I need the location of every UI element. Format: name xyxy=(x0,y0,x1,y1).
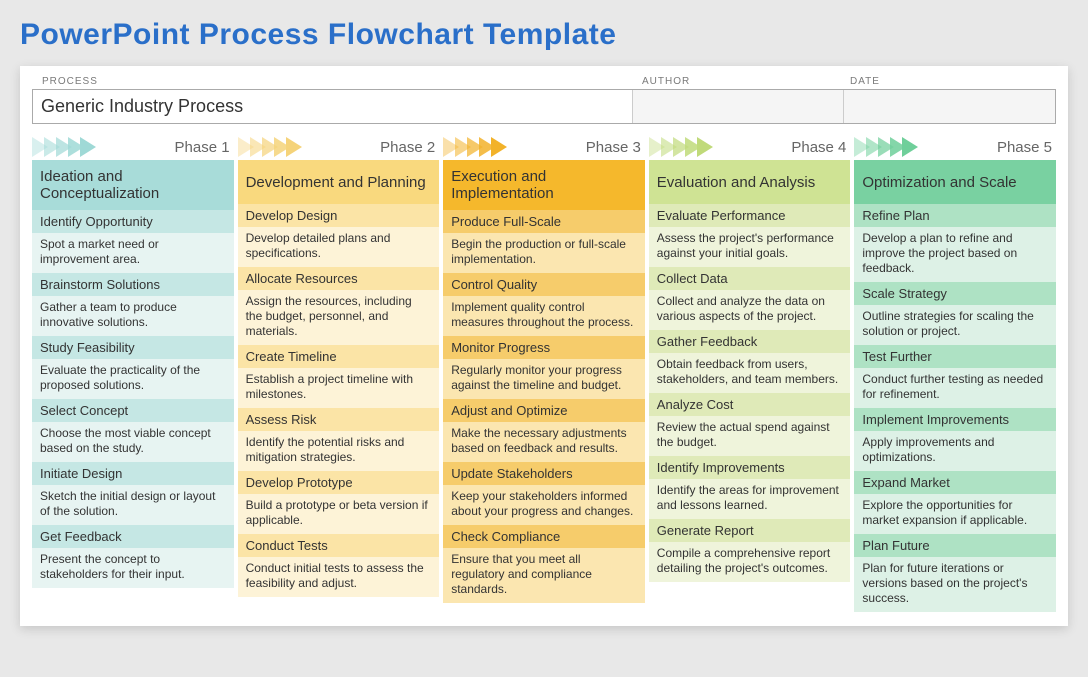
page-title: PowerPoint Process Flowchart Template xyxy=(20,18,1068,52)
phase-label: Phase 5 xyxy=(920,139,1056,156)
step-description: Plan for future iterations or versions b… xyxy=(854,557,1056,612)
step-heading: Implement Improvements xyxy=(854,408,1056,431)
step-heading: Evaluate Performance xyxy=(649,204,851,227)
phase-title: Optimization and Scale xyxy=(854,160,1056,204)
step-description: Assess the project's performance against… xyxy=(649,227,851,267)
step-heading: Assess Risk xyxy=(238,408,440,431)
process-field[interactable]: Generic Industry Process xyxy=(33,90,633,123)
phase-header: Phase 3 xyxy=(443,134,645,160)
step-heading: Get Feedback xyxy=(32,525,234,548)
phase-title: Ideation and Conceptualization xyxy=(32,160,234,210)
phase-header: Phase 1 xyxy=(32,134,234,160)
step-description: Gather a team to produce innovative solu… xyxy=(32,296,234,336)
step-description: Implement quality control measures throu… xyxy=(443,296,645,336)
step-heading: Develop Design xyxy=(238,204,440,227)
step-heading: Control Quality xyxy=(443,273,645,296)
step-description: Begin the production or full-scale imple… xyxy=(443,233,645,273)
meta-labels: PROCESS AUTHOR DATE xyxy=(32,76,1056,89)
step-description: Make the necessary adjustments based on … xyxy=(443,422,645,462)
step-description: Ensure that you meet all regulatory and … xyxy=(443,548,645,603)
step-description: Keep your stakeholders informed about yo… xyxy=(443,485,645,525)
phase-arrows-icon xyxy=(238,137,298,157)
step-heading: Develop Prototype xyxy=(238,471,440,494)
step-heading: Collect Data xyxy=(649,267,851,290)
meta-fields: Generic Industry Process xyxy=(32,89,1056,124)
step-description: Sketch the initial design or layout of t… xyxy=(32,485,234,525)
phase-arrows-icon xyxy=(854,137,914,157)
step-description: Apply improvements and optimizations. xyxy=(854,431,1056,471)
step-heading: Gather Feedback xyxy=(649,330,851,353)
phase-arrows-icon xyxy=(32,137,92,157)
step-description: Develop a plan to refine and improve the… xyxy=(854,227,1056,282)
step-description: Compile a comprehensive report detailing… xyxy=(649,542,851,582)
step-heading: Create Timeline xyxy=(238,345,440,368)
label-date: DATE xyxy=(844,76,1052,89)
step-description: Explore the opportunities for market exp… xyxy=(854,494,1056,534)
step-description: Develop detailed plans and specification… xyxy=(238,227,440,267)
step-description: Build a prototype or beta version if app… xyxy=(238,494,440,534)
step-heading: Expand Market xyxy=(854,471,1056,494)
phase-header: Phase 4 xyxy=(649,134,851,160)
step-description: Collect and analyze the data on various … xyxy=(649,290,851,330)
step-heading: Test Further xyxy=(854,345,1056,368)
author-field[interactable] xyxy=(633,90,844,123)
phase-col-1: Phase 1 Ideation and ConceptualizationIde… xyxy=(32,134,234,612)
step-heading: Adjust and Optimize xyxy=(443,399,645,422)
step-heading: Check Compliance xyxy=(443,525,645,548)
template-sheet: PROCESS AUTHOR DATE Generic Industry Pro… xyxy=(20,66,1068,626)
step-description: Identify the areas for improvement and l… xyxy=(649,479,851,519)
step-description: Spot a market need or improvement area. xyxy=(32,233,234,273)
phase-title: Development and Planning xyxy=(238,160,440,204)
step-description: Assign the resources, including the budg… xyxy=(238,290,440,345)
step-description: Present the concept to stakeholders for … xyxy=(32,548,234,588)
step-description: Choose the most viable concept based on … xyxy=(32,422,234,462)
step-description: Conduct further testing as needed for re… xyxy=(854,368,1056,408)
step-description: Identify the potential risks and mitigat… xyxy=(238,431,440,471)
step-description: Outline strategies for scaling the solut… xyxy=(854,305,1056,345)
step-description: Establish a project timeline with milest… xyxy=(238,368,440,408)
phase-header: Phase 5 xyxy=(854,134,1056,160)
label-process: PROCESS xyxy=(36,76,636,89)
step-heading: Generate Report xyxy=(649,519,851,542)
phase-label: Phase 1 xyxy=(98,139,234,156)
step-heading: Refine Plan xyxy=(854,204,1056,227)
phase-col-2: Phase 2 Development and PlanningDevelop D… xyxy=(238,134,440,612)
step-heading: Analyze Cost xyxy=(649,393,851,416)
phase-title: Evaluation and Analysis xyxy=(649,160,851,204)
page: PowerPoint Process Flowchart Template PR… xyxy=(0,0,1088,644)
phase-arrows-icon xyxy=(443,137,503,157)
step-description: Regularly monitor your progress against … xyxy=(443,359,645,399)
step-heading: Brainstorm Solutions xyxy=(32,273,234,296)
phase-label: Phase 3 xyxy=(509,139,645,156)
phase-header: Phase 2 xyxy=(238,134,440,160)
step-heading: Select Concept xyxy=(32,399,234,422)
step-heading: Identify Opportunity xyxy=(32,210,234,233)
step-heading: Allocate Resources xyxy=(238,267,440,290)
step-description: Obtain feedback from users, stakeholders… xyxy=(649,353,851,393)
step-description: Review the actual spend against the budg… xyxy=(649,416,851,456)
step-description: Evaluate the practicality of the propose… xyxy=(32,359,234,399)
phase-label: Phase 4 xyxy=(715,139,851,156)
step-heading: Study Feasibility xyxy=(32,336,234,359)
step-heading: Identify Improvements xyxy=(649,456,851,479)
date-field[interactable] xyxy=(844,90,1055,123)
step-heading: Update Stakeholders xyxy=(443,462,645,485)
step-heading: Monitor Progress xyxy=(443,336,645,359)
step-heading: Produce Full-Scale xyxy=(443,210,645,233)
step-heading: Initiate Design xyxy=(32,462,234,485)
step-heading: Plan Future xyxy=(854,534,1056,557)
phase-arrows-icon xyxy=(649,137,709,157)
phases-grid: Phase 1Ideation and ConceptualizationIde… xyxy=(32,134,1056,612)
step-heading: Conduct Tests xyxy=(238,534,440,557)
phase-label: Phase 2 xyxy=(304,139,440,156)
phase-col-5: Phase 5 Optimization and ScaleRefine Plan… xyxy=(854,134,1056,612)
label-author: AUTHOR xyxy=(636,76,844,89)
phase-col-4: Phase 4 Evaluation and AnalysisEvaluate P… xyxy=(649,134,851,612)
phase-title: Execution and Implementation xyxy=(443,160,645,210)
step-description: Conduct initial tests to assess the feas… xyxy=(238,557,440,597)
step-heading: Scale Strategy xyxy=(854,282,1056,305)
phase-col-3: Phase 3 Execution and ImplementationProdu… xyxy=(443,134,645,612)
